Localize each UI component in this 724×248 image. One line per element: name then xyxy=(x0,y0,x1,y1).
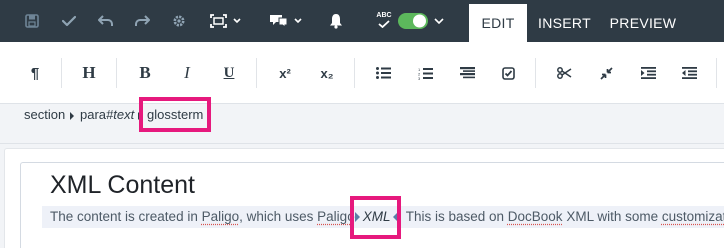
separator xyxy=(61,58,62,88)
underline-button[interactable]: U xyxy=(218,42,240,104)
text-run: . This is based on xyxy=(398,209,508,224)
breadcrumb-separator-icon xyxy=(70,112,74,120)
definition-list-icon[interactable] xyxy=(456,42,478,104)
heading-button[interactable]: H xyxy=(78,42,100,104)
spellcheck-icon[interactable]: ABC xyxy=(372,0,396,42)
chevron-down-icon[interactable] xyxy=(431,0,447,42)
breadcrumb: section para#text glossterm xyxy=(0,104,724,126)
fullscreen-icon[interactable] xyxy=(206,0,246,42)
breadcrumb-para[interactable]: para#text xyxy=(80,104,134,126)
divider xyxy=(0,143,724,144)
separator xyxy=(354,58,355,88)
tab-insert[interactable]: INSERT xyxy=(527,4,602,42)
top-toolbar: ABC EDIT INSERT PREVIEW xyxy=(0,0,724,42)
bulleted-list-icon[interactable] xyxy=(372,42,394,104)
cut-icon[interactable] xyxy=(553,42,575,104)
tab-preview[interactable]: PREVIEW xyxy=(602,4,684,42)
paragraph-button[interactable]: ¶ xyxy=(24,42,46,104)
superscript-button[interactable]: x² xyxy=(273,42,297,104)
breadcrumb-para-label: para xyxy=(80,107,107,122)
separator xyxy=(256,58,257,88)
text-run: The content is created in xyxy=(50,209,202,224)
svg-text:3: 3 xyxy=(418,76,421,80)
format-toolbar: ¶ H B I U x² x₂ 123 xyxy=(0,42,724,104)
text-run-customization: customization xyxy=(661,209,724,224)
notifications-icon[interactable] xyxy=(324,0,348,42)
outdent-icon[interactable] xyxy=(678,42,700,104)
breadcrumb-section[interactable]: section xyxy=(24,104,65,126)
text-run-docbook: DocBook xyxy=(507,209,563,224)
save-icon[interactable] xyxy=(18,0,46,42)
indent-icon[interactable] xyxy=(637,42,659,104)
mode-tabs: EDIT INSERT PREVIEW xyxy=(469,4,684,42)
text-run: , which uses xyxy=(239,209,318,224)
tab-edit[interactable]: EDIT xyxy=(469,4,527,42)
undo-icon[interactable] xyxy=(92,0,120,42)
comments-icon[interactable] xyxy=(266,0,306,42)
highlight-box xyxy=(139,97,211,132)
check-icon[interactable] xyxy=(55,0,83,42)
text-run-paligo: Paligo xyxy=(201,209,240,224)
breadcrumb-para-role: #text xyxy=(106,107,135,122)
highlight-box xyxy=(350,196,401,239)
merge-icon[interactable] xyxy=(595,42,617,104)
separator xyxy=(535,58,536,88)
settings-icon[interactable] xyxy=(165,0,193,42)
checklist-icon[interactable] xyxy=(497,42,519,104)
italic-button[interactable]: I xyxy=(176,42,198,104)
section-title[interactable]: XML Content xyxy=(50,171,195,200)
spellcheck-label: ABC xyxy=(376,12,392,19)
spellcheck-toggle[interactable] xyxy=(396,0,430,42)
separator xyxy=(116,58,117,88)
separator xyxy=(716,58,717,88)
subscript-button[interactable]: x₂ xyxy=(315,42,339,104)
text-run: XML with some xyxy=(562,209,662,224)
numbered-list-icon[interactable]: 123 xyxy=(414,42,436,104)
redo-icon[interactable] xyxy=(128,0,156,42)
bold-button[interactable]: B xyxy=(134,42,156,104)
